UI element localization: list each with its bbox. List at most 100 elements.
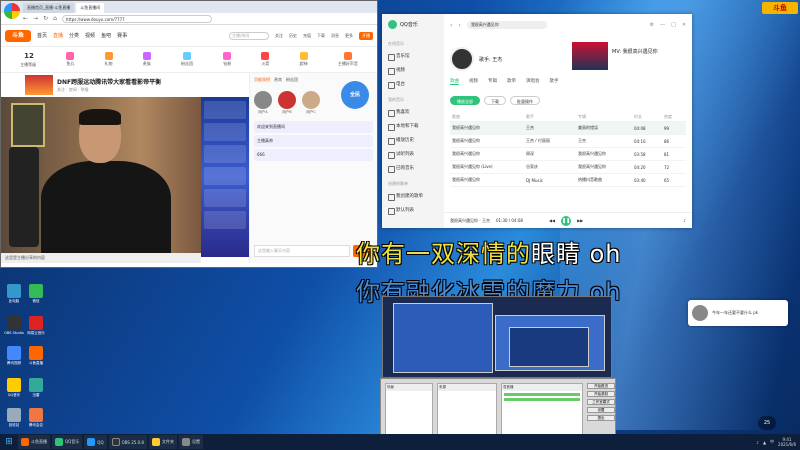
cat-level[interactable]: 12 主播等级 bbox=[20, 52, 36, 68]
cat-item[interactable]: 火箭 bbox=[261, 52, 270, 67]
table-row[interactable]: 我很高兴遇见你 王杰 美丽的错误 04:08 99 bbox=[450, 122, 686, 135]
url-bar[interactable]: https://www.douyu.com/7777 bbox=[61, 14, 212, 23]
start-stream-button[interactable]: 开始推流 bbox=[587, 383, 615, 389]
play-pause-icon[interactable]: ❚❚ bbox=[561, 215, 572, 226]
sidebar-item[interactable]: 我创建的歌单 bbox=[382, 189, 444, 203]
ime-indicator[interactable]: 中 bbox=[770, 439, 774, 445]
open-live-button[interactable]: 开播 bbox=[359, 31, 373, 40]
menu-video[interactable]: 视频 bbox=[85, 32, 95, 39]
cat-item[interactable]: 超神 bbox=[299, 52, 308, 67]
header-more[interactable]: 更多 bbox=[345, 33, 353, 39]
scene-item[interactable] bbox=[386, 391, 432, 396]
header-download[interactable]: 下载 bbox=[317, 33, 325, 39]
taskbar-app[interactable]: OBS 25.0.8 bbox=[108, 435, 147, 449]
settings-button[interactable]: 设置 bbox=[587, 407, 615, 413]
settings-icon[interactable]: ⚙ bbox=[650, 22, 654, 28]
contributor[interactable]: 用户C bbox=[302, 91, 320, 115]
tab-concerts[interactable]: 演唱会 bbox=[526, 78, 540, 85]
menu-match[interactable]: 赛事 bbox=[117, 32, 127, 39]
mv-card[interactable]: MV: 我很高兴遇见你 bbox=[572, 42, 688, 76]
header-recharge[interactable]: 充值 bbox=[303, 33, 311, 39]
desktop-icon[interactable]: OBS Studio bbox=[2, 316, 26, 335]
cat-item[interactable]: 粉丝团 bbox=[181, 52, 193, 67]
taskbar-app[interactable]: 斗鱼直播 bbox=[18, 435, 50, 449]
tab-fans[interactable]: 粉丝团 bbox=[286, 77, 298, 83]
rank-item[interactable] bbox=[204, 145, 246, 163]
taskbar-app[interactable]: 文件夹 bbox=[148, 435, 177, 449]
forward-icon[interactable]: → bbox=[33, 15, 38, 22]
windows-start-icon[interactable]: ⊞ bbox=[0, 434, 18, 450]
desktop-icon[interactable]: QQ音乐 bbox=[2, 378, 26, 398]
clock[interactable]: 9:41 2021/6/6 bbox=[778, 437, 796, 447]
desktop-icon[interactable]: 斗鱼直播 bbox=[24, 346, 48, 366]
tab-vip[interactable]: 贵宾 bbox=[274, 77, 282, 83]
cat-item[interactable]: 钻粉 bbox=[223, 52, 232, 67]
rank-item[interactable] bbox=[204, 189, 246, 207]
cat-item[interactable]: 主播好声音 bbox=[338, 52, 358, 67]
sidebar-item[interactable]: 视频 bbox=[382, 63, 444, 77]
table-row[interactable]: 我很高兴遇见你 周深 我很高兴遇见你 03:58 81 bbox=[450, 148, 686, 161]
sidebar-item[interactable]: 我喜欢 bbox=[382, 105, 444, 119]
sidebar-item[interactable]: 音乐馆 bbox=[382, 49, 444, 63]
volume-icon[interactable]: ♪ bbox=[683, 218, 686, 223]
sidebar-item[interactable]: 电台 bbox=[382, 77, 444, 91]
site-search-input[interactable]: 主播/房间 bbox=[229, 31, 269, 40]
contributor[interactable]: 用户B bbox=[278, 91, 296, 115]
floating-widget[interactable]: 25 bbox=[758, 416, 776, 430]
close-icon[interactable]: ✕ bbox=[682, 22, 686, 28]
download-button[interactable]: 下载 bbox=[484, 96, 506, 105]
taskbar-app[interactable]: QQ bbox=[84, 435, 107, 449]
source-item[interactable] bbox=[438, 391, 496, 396]
table-row[interactable]: 我很高兴遇见你 DJ Music 热播抖音歌曲 03:40 65 bbox=[450, 174, 686, 187]
taskbar-app[interactable]: 设置 bbox=[178, 435, 203, 449]
browser-logo-icon[interactable] bbox=[4, 3, 20, 19]
prev-icon[interactable]: ◀◀ bbox=[549, 218, 555, 223]
tab-albums[interactable]: 专辑 bbox=[488, 78, 497, 85]
home-icon[interactable]: ⌂ bbox=[53, 15, 57, 22]
douyu-logo[interactable]: 斗鱼 bbox=[5, 29, 31, 42]
desktop-icon[interactable]: 微信 bbox=[24, 284, 48, 304]
tab-playlists[interactable]: 歌单 bbox=[507, 78, 516, 85]
qq-search-input[interactable]: 我很高兴遇见你 bbox=[466, 21, 547, 29]
browser-tab-active[interactable]: 斗鱼直播间 bbox=[76, 3, 105, 13]
rank-item[interactable] bbox=[204, 123, 246, 141]
rank-item[interactable] bbox=[204, 211, 246, 229]
desktop-icon[interactable]: 腾讯会议 bbox=[24, 408, 48, 428]
header-history[interactable]: 历史 bbox=[289, 33, 297, 39]
maximize-icon[interactable]: □ bbox=[671, 22, 676, 28]
network-icon[interactable]: ▲ bbox=[763, 440, 766, 445]
sidebar-item[interactable]: 试听列表 bbox=[382, 147, 444, 161]
tab-singers[interactable]: 歌手 bbox=[550, 78, 559, 85]
cat-item[interactable]: 礼物 bbox=[104, 52, 113, 67]
desktop-icon[interactable]: 此电脑 bbox=[2, 284, 26, 304]
obs-preview[interactable] bbox=[382, 296, 612, 378]
start-record-button[interactable]: 开始录制 bbox=[587, 391, 615, 397]
tab-songs[interactable]: 歌曲 bbox=[450, 78, 459, 85]
forward-icon[interactable]: › bbox=[458, 22, 460, 29]
table-row[interactable]: 我很高兴遇见你 (Live) 谷家庆 我很高兴遇见你 04:20 72 bbox=[450, 161, 686, 174]
desktop-icon[interactable]: 迅雷 bbox=[24, 378, 48, 398]
streamer-avatar[interactable] bbox=[25, 75, 53, 95]
sidebar-item[interactable]: 播放历史 bbox=[382, 133, 444, 147]
tab-videos[interactable]: 视频 bbox=[469, 78, 478, 85]
back-icon[interactable]: ← bbox=[23, 15, 28, 22]
browser-tab[interactable]: 直播首页_直播·斗鱼直播 bbox=[23, 3, 75, 13]
menu-yuba[interactable]: 鱼吧 bbox=[101, 32, 111, 39]
sidebar-item[interactable]: 已购音乐 bbox=[382, 161, 444, 175]
menu-live[interactable]: 直播 bbox=[53, 32, 63, 39]
menu-category[interactable]: 分类 bbox=[69, 32, 79, 39]
play-all-button[interactable]: 播放全部 bbox=[450, 96, 480, 105]
studio-mode-button[interactable]: 工作室模式 bbox=[587, 399, 615, 405]
sidebar-item[interactable]: 默认列表 bbox=[382, 203, 444, 217]
exit-button[interactable]: 退出 bbox=[587, 415, 615, 421]
singer-card[interactable]: 歌手: 王杰 bbox=[450, 42, 560, 76]
menu-home[interactable]: 首页 bbox=[37, 32, 47, 39]
rank-item[interactable] bbox=[204, 101, 246, 119]
header-follow[interactable]: 关注 bbox=[275, 33, 283, 39]
minimize-icon[interactable]: — bbox=[660, 22, 665, 28]
sidebar-item[interactable]: 本地和下载 bbox=[382, 119, 444, 133]
contributor[interactable]: 用户A bbox=[254, 91, 272, 115]
batch-button[interactable]: 批量操作 bbox=[510, 96, 540, 105]
cat-item[interactable]: 鱼丸 bbox=[66, 52, 75, 67]
rank-item[interactable] bbox=[204, 167, 246, 185]
